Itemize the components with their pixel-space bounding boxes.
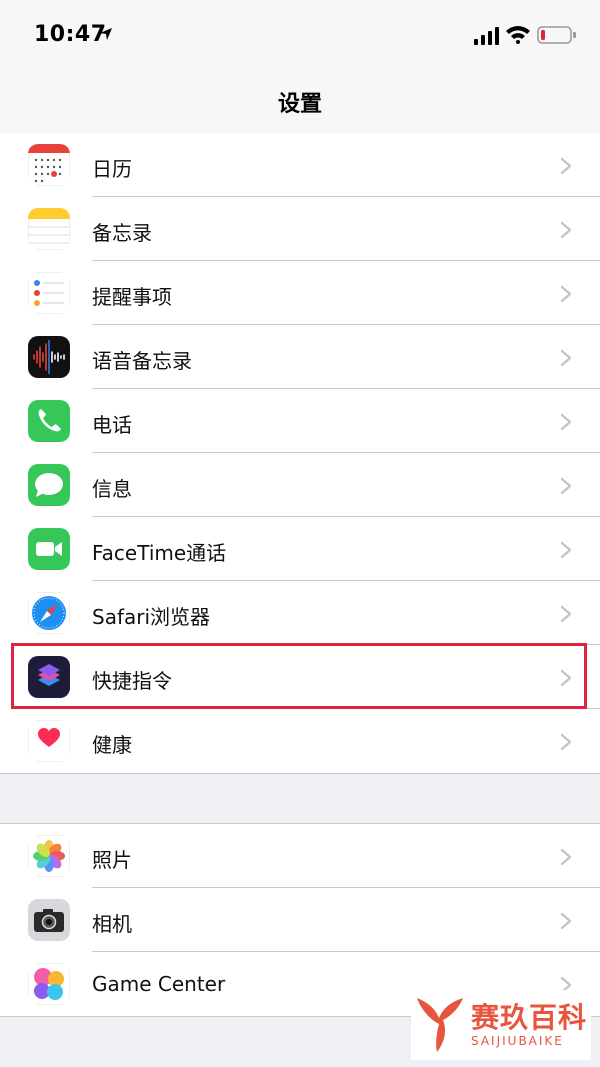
phone-icon: [28, 400, 70, 442]
photos-icon: [28, 835, 70, 877]
settings-row-phone[interactable]: 电话: [0, 389, 600, 453]
settings-row-label: 照片: [92, 848, 132, 872]
settings-row-messages[interactable]: 信息: [0, 453, 600, 517]
status-bar: 10:47: [0, 0, 600, 68]
messages-icon: [28, 464, 70, 506]
cellular-signal-icon: [474, 27, 499, 45]
settings-row-label: 电话: [92, 413, 132, 437]
settings-row-label: 日历: [92, 157, 132, 181]
highlight-box: [11, 643, 587, 709]
battery-low-icon: [537, 26, 576, 44]
chevron-right-icon: [560, 477, 572, 495]
settings-row-reminders[interactable]: 提醒事项: [0, 261, 600, 325]
settings-group-media: 照片 相机 Game Center: [0, 823, 600, 1017]
camera-icon: [28, 899, 70, 941]
voice-memos-icon: [28, 336, 70, 378]
settings-row-photos[interactable]: 照片: [0, 824, 600, 888]
settings-row-label: 提醒事项: [92, 285, 172, 309]
chevron-right-icon: [560, 157, 572, 175]
chevron-right-icon: [560, 605, 572, 623]
settings-row-label: 语音备忘录: [92, 349, 192, 373]
settings-row-facetime[interactable]: FaceTime通话: [0, 517, 600, 581]
settings-row-label: FaceTime通话: [92, 541, 227, 565]
health-icon: [28, 720, 70, 762]
navigation-bar: 设置: [0, 68, 600, 135]
status-time: 10:47: [34, 22, 107, 47]
settings-row-label: Game Center: [92, 972, 226, 996]
settings-row-camera[interactable]: 相机: [0, 888, 600, 952]
chevron-right-icon: [560, 541, 572, 559]
settings-row-health[interactable]: 健康: [0, 709, 600, 773]
settings-row-label: 信息: [92, 477, 132, 501]
settings-row-notes[interactable]: 备忘录: [0, 197, 600, 261]
settings-row-calendar[interactable]: 日历: [0, 133, 600, 197]
watermark-title: 赛玖百科: [471, 1001, 588, 1034]
watermark-logo: 赛玖百科 SAIJIUBAIKE: [411, 990, 591, 1060]
settings-row-voice-memos[interactable]: 语音备忘录: [0, 325, 600, 389]
calendar-icon: [28, 144, 70, 186]
notes-icon: [28, 208, 70, 250]
chevron-right-icon: [560, 221, 572, 239]
game-center-icon: [28, 963, 70, 1005]
chevron-right-icon: [560, 413, 572, 431]
whale-tail-icon: [417, 998, 463, 1052]
facetime-icon: [28, 528, 70, 570]
settings-row-label: 相机: [92, 912, 132, 936]
settings-row-label: Safari浏览器: [92, 605, 211, 629]
location-arrow-icon: [100, 28, 112, 40]
chevron-right-icon: [560, 912, 572, 930]
settings-row-label: 健康: [92, 733, 132, 757]
chevron-right-icon: [560, 349, 572, 367]
settings-row-label: 备忘录: [92, 221, 152, 245]
chevron-right-icon: [560, 848, 572, 866]
chevron-right-icon: [560, 285, 572, 303]
reminders-icon: [28, 272, 70, 314]
page-title: 设置: [277, 92, 322, 117]
watermark-subtitle: SAIJIUBAIKE: [471, 1034, 564, 1048]
wifi-icon: [506, 26, 530, 44]
safari-icon: [28, 592, 70, 634]
chevron-right-icon: [560, 733, 572, 751]
settings-row-safari[interactable]: Safari浏览器: [0, 581, 600, 645]
